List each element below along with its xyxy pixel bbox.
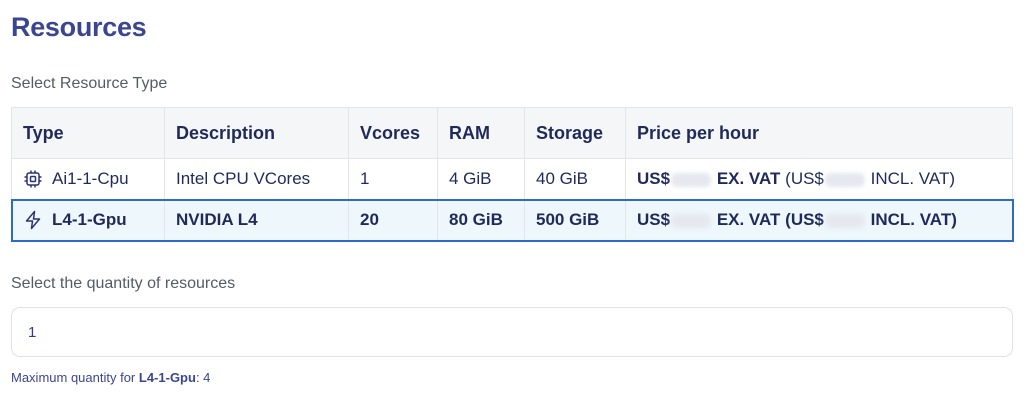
vcores-cell: 1 bbox=[348, 158, 438, 200]
quantity-label: Select the quantity of resources bbox=[11, 275, 236, 292]
page-title: Resources bbox=[11, 12, 147, 42]
description-cell: NVIDIA L4 bbox=[164, 199, 349, 241]
type-cell: L4-1-Gpu bbox=[11, 199, 165, 241]
vcores-cell: 20 bbox=[348, 199, 438, 241]
price-ex-vat-label: EX. VAT bbox=[716, 210, 781, 229]
price-incl-open: (US$ bbox=[785, 169, 824, 188]
column-header-ram: RAM bbox=[437, 107, 525, 159]
redacted-price-incl bbox=[824, 213, 865, 228]
price-incl-open: (US$ bbox=[785, 210, 824, 229]
quantity-input[interactable] bbox=[11, 307, 1013, 357]
resource-row-l4-1-gpu[interactable]: L4-1-Gpu NVIDIA L4 20 80 GiB 500 GiB US$… bbox=[10, 198, 1014, 242]
storage-cell: 40 GiB bbox=[524, 158, 626, 200]
redacted-price bbox=[671, 213, 712, 228]
cpu-icon bbox=[23, 169, 43, 189]
redacted-price-incl bbox=[824, 172, 865, 187]
price-currency: US$ bbox=[637, 210, 671, 229]
price-incl-vat-label: INCL. VAT) bbox=[870, 210, 957, 229]
table-header-row: Type Description Vcores RAM Storage Pric… bbox=[11, 107, 1013, 159]
price-incl-vat-label: INCL. VAT) bbox=[870, 169, 956, 188]
description-cell: Intel CPU VCores bbox=[164, 158, 349, 200]
ram-cell: 4 GiB bbox=[437, 158, 525, 200]
type-label: L4-1-Gpu bbox=[52, 210, 127, 229]
resource-row-ai1-1-cpu[interactable]: Ai1-1-Cpu Intel CPU VCores 1 4 GiB 40 Gi… bbox=[11, 158, 1013, 200]
max-quantity-prefix: Maximum quantity for bbox=[11, 370, 136, 385]
resource-table: Type Description Vcores RAM Storage Pric… bbox=[10, 107, 1014, 242]
storage-cell: 500 GiB bbox=[524, 199, 626, 241]
resource-type-label: Select Resource Type bbox=[11, 75, 168, 92]
type-label: Ai1-1-Cpu bbox=[52, 169, 129, 188]
lightning-icon bbox=[23, 210, 43, 230]
price-cell: US$ EX. VAT (US$ INCL. VAT) bbox=[625, 199, 1013, 241]
price-currency: US$ bbox=[637, 169, 671, 188]
column-header-storage: Storage bbox=[524, 107, 626, 159]
column-header-description: Description bbox=[164, 107, 349, 159]
price-ex-vat-label: EX. VAT bbox=[716, 169, 781, 188]
column-header-vcores: Vcores bbox=[348, 107, 438, 159]
type-cell: Ai1-1-Cpu bbox=[11, 158, 165, 200]
column-header-type: Type bbox=[11, 107, 165, 159]
redacted-price bbox=[671, 172, 712, 187]
price-cell: US$ EX. VAT (US$ INCL. VAT) bbox=[625, 158, 1013, 200]
max-quantity-type: L4-1-Gpu bbox=[138, 370, 196, 385]
max-quantity-value: : 4 bbox=[195, 370, 211, 385]
ram-cell: 80 GiB bbox=[437, 199, 525, 241]
max-quantity-note: Maximum quantity for L4-1-Gpu: 4 bbox=[11, 370, 210, 385]
column-header-price: Price per hour bbox=[625, 107, 1013, 159]
